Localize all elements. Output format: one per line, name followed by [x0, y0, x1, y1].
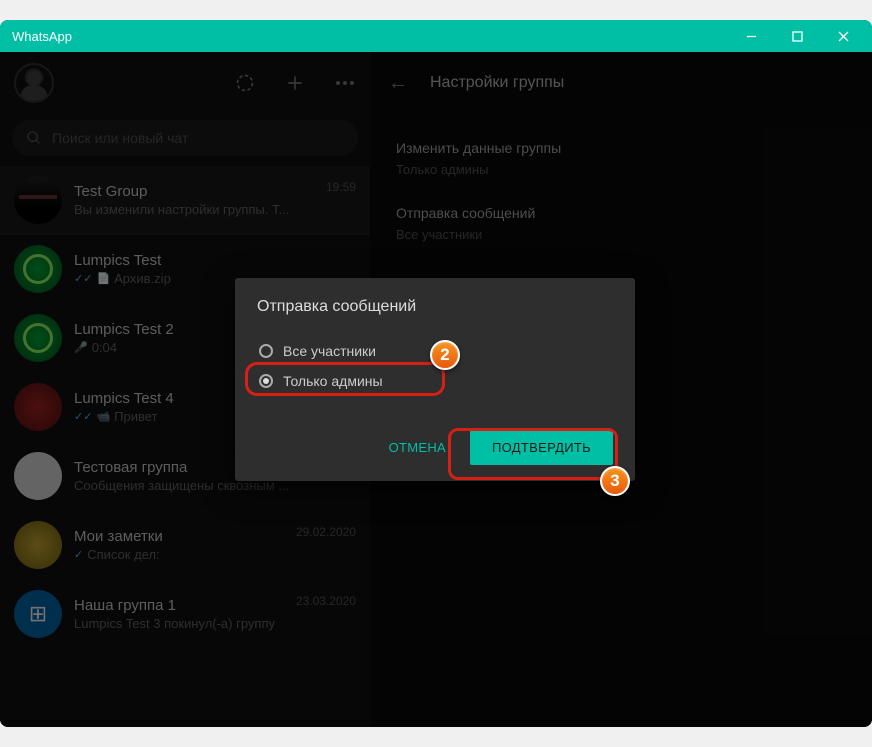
radio-label: Все участники	[283, 343, 376, 359]
dialog-title: Отправка сообщений	[257, 298, 613, 316]
titlebar: WhatsApp	[0, 20, 872, 52]
send-messages-dialog: Отправка сообщений Все участники Только …	[235, 278, 635, 481]
maximize-button[interactable]	[774, 20, 820, 52]
radio-only-admins[interactable]: Только админы	[257, 366, 613, 396]
app-window: WhatsApp Поиск или новый чат	[0, 20, 872, 727]
radio-icon	[259, 374, 273, 388]
confirm-button[interactable]: ПОДТВЕРДИТЬ	[470, 430, 613, 465]
window-title: WhatsApp	[12, 29, 728, 44]
annotation-step-badge: 3	[600, 466, 630, 496]
window-controls	[728, 20, 866, 52]
radio-icon	[259, 344, 273, 358]
radio-label: Только админы	[283, 373, 383, 389]
close-button[interactable]	[820, 20, 866, 52]
cancel-button[interactable]: ОТМЕНА	[375, 430, 460, 465]
minimize-button[interactable]	[728, 20, 774, 52]
annotation-step-badge: 2	[430, 340, 460, 370]
